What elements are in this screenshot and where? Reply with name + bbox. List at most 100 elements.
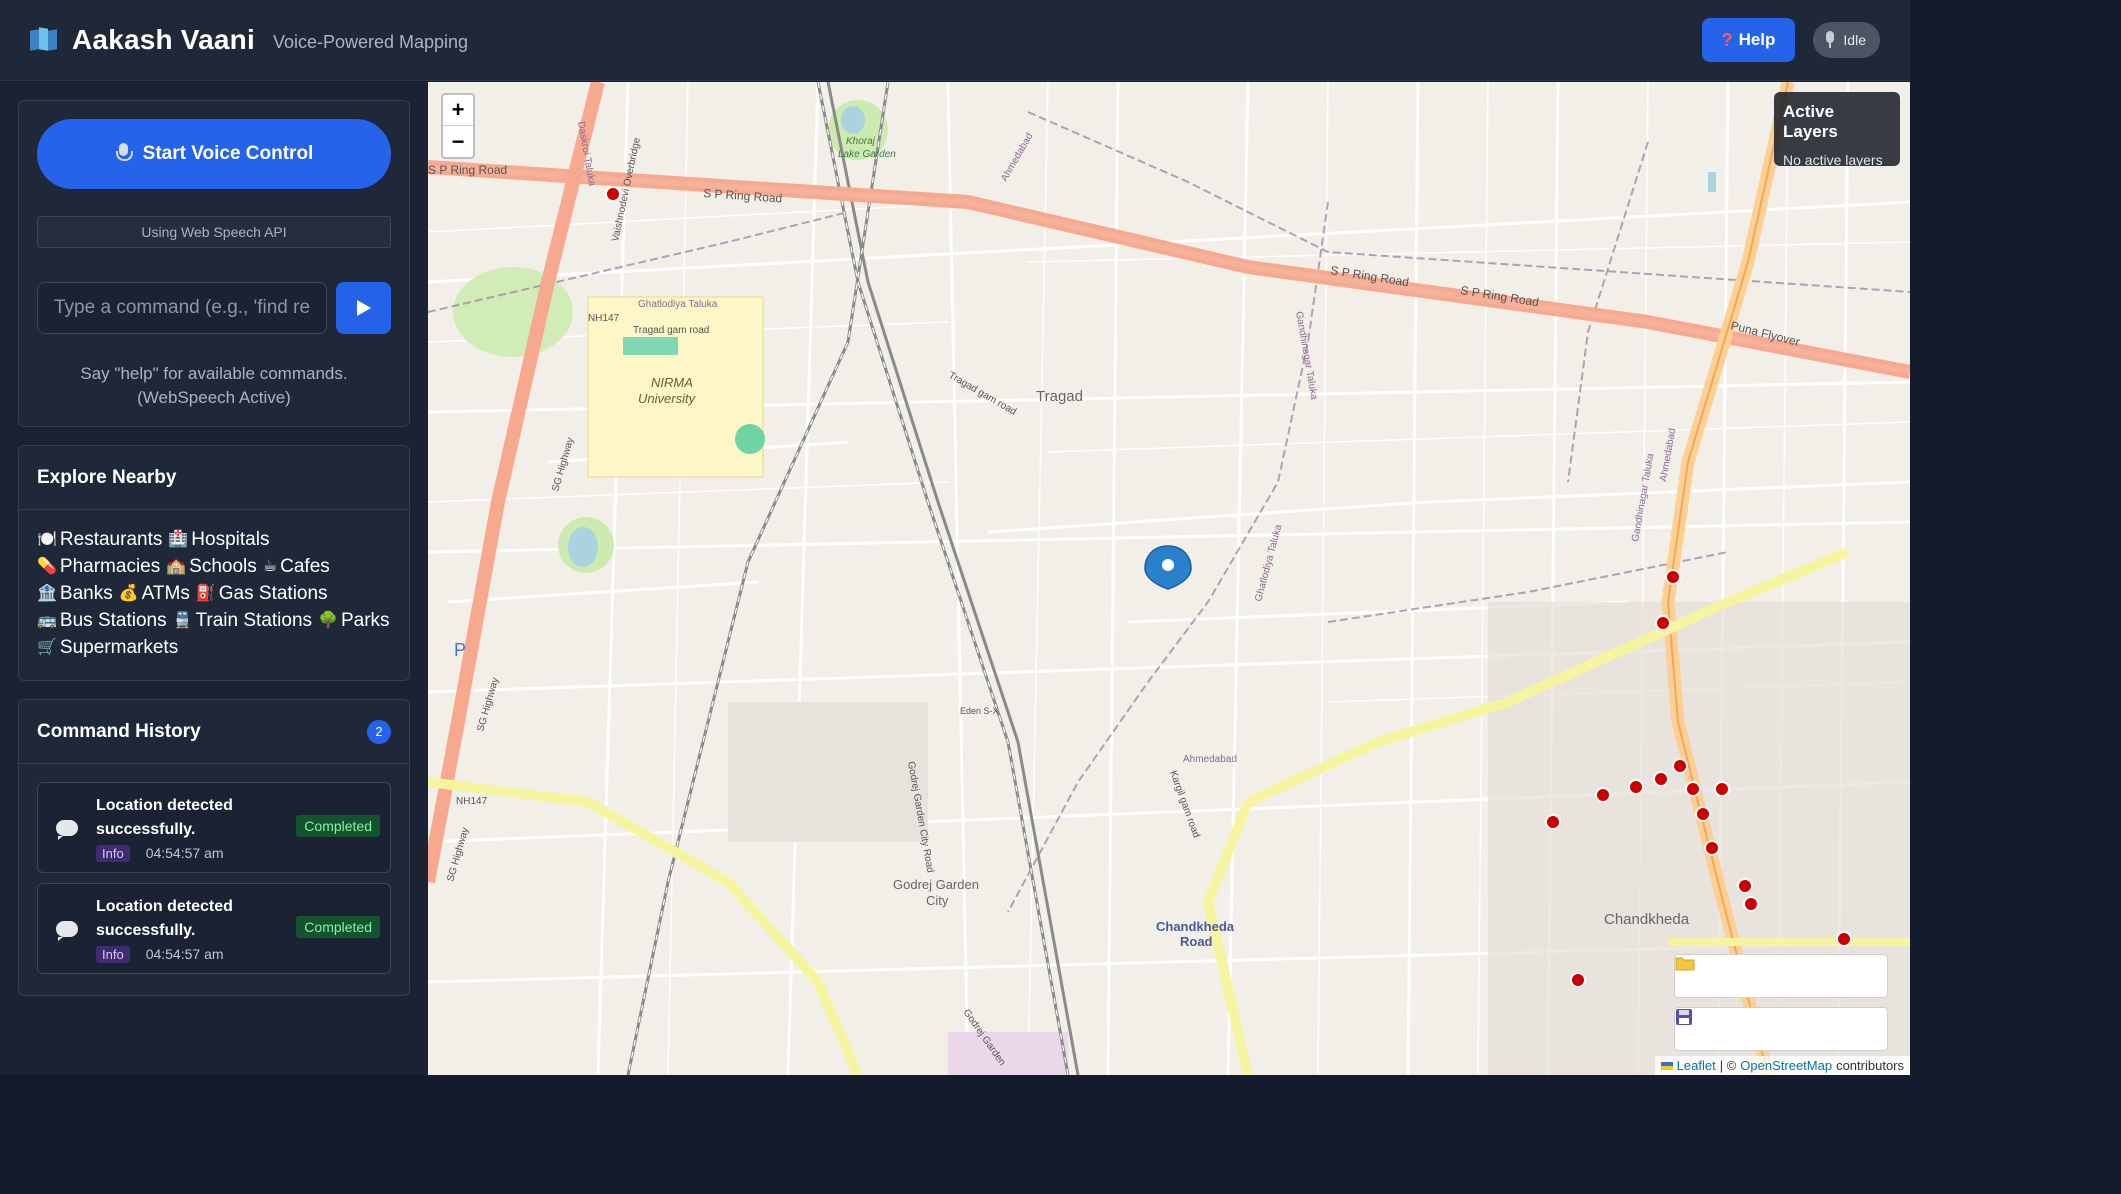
attribution-separator: | © xyxy=(1719,1058,1737,1073)
save-button[interactable] xyxy=(1674,1007,1888,1051)
coffee-icon: ☕ xyxy=(262,558,278,575)
zoom-out-button[interactable]: − xyxy=(443,126,473,157)
layers-title: Active Layers xyxy=(1783,102,1838,141)
road-label: SG Highway xyxy=(550,436,576,492)
history-item[interactable]: Location detected successfully. Info 04:… xyxy=(37,782,391,873)
poi-cafes[interactable]: ☕ Cafes xyxy=(263,553,330,580)
tree-icon: 🌳 xyxy=(318,612,338,629)
map-view[interactable]: P S P Ring Road S P Ring Road S P Ring R… xyxy=(428,82,1910,1075)
lake xyxy=(568,527,598,567)
fuel-pump-icon: ⛽ xyxy=(195,585,216,602)
status-label: Idle xyxy=(1843,32,1866,48)
zoom-control: + − xyxy=(441,93,475,159)
poi-label: Pharmacies xyxy=(59,556,161,577)
sg-highway xyxy=(428,82,605,884)
load-button[interactable] xyxy=(1674,954,1888,998)
road-label: Kargil gam road xyxy=(1167,769,1201,839)
dense-area xyxy=(1488,602,1910,1075)
status-badge: Completed xyxy=(296,916,380,938)
poi-label: Train Stations xyxy=(195,610,313,631)
history-time: 04:54:57 am xyxy=(145,845,224,861)
park-label: Lake Garden xyxy=(838,149,896,160)
boundary-label: Gandhinagar Taluka xyxy=(1630,452,1656,542)
history-item[interactable]: Location detected successfully. Info 04:… xyxy=(37,883,391,974)
place-label: Tragad xyxy=(1036,388,1083,405)
folder-icon xyxy=(1675,957,1695,971)
poi-atms[interactable]: 💰 ATMs xyxy=(119,580,190,607)
bus-icon: 🚌 xyxy=(37,612,57,629)
road-shield: NH147 xyxy=(588,313,620,324)
boundary-label: Ghatlodiya Taluka xyxy=(638,299,718,310)
poi-schools[interactable]: 🏫 Schools xyxy=(166,553,257,580)
poi-train-stations[interactable]: 🚆 Train Stations xyxy=(173,607,312,634)
campus-green xyxy=(623,337,678,355)
station-label: Chandkheda xyxy=(1156,919,1235,934)
history-text: Location detected successfully. xyxy=(96,897,233,939)
command-history-card: Command History 2 Location detected succ… xyxy=(18,699,410,996)
train-icon: 🚆 xyxy=(172,612,193,629)
place-label: City xyxy=(926,893,949,908)
page-background xyxy=(0,1075,2121,1194)
poi-supermarkets[interactable]: 🛒 Supermarkets xyxy=(37,634,178,661)
command-input[interactable] xyxy=(37,282,327,334)
hint-line-2: (WebSpeech Active) xyxy=(137,388,291,407)
poi-bus-stations[interactable]: 🚌 Bus Stations xyxy=(37,607,167,634)
place-label: Chandkheda xyxy=(1604,911,1690,928)
money-bag-icon: 💰 xyxy=(118,585,139,602)
leaflet-link[interactable]: Leaflet xyxy=(1677,1058,1716,1073)
boundary-label: Gandhinagar Taluka xyxy=(1293,311,1319,401)
osm-link[interactable]: OpenStreetMap xyxy=(1740,1058,1832,1073)
ukraine-flag-icon xyxy=(1660,1061,1673,1070)
zoom-in-button[interactable]: + xyxy=(443,95,473,126)
hospital-icon: 🏥 xyxy=(168,531,189,548)
start-voice-label: Start Voice Control xyxy=(142,143,314,164)
poi-label: Schools xyxy=(189,556,257,577)
microphone-icon xyxy=(115,143,133,165)
command-hint: Say "help" for available commands. (WebS… xyxy=(37,362,391,410)
voice-control-card: Start Voice Control Using Web Speech API… xyxy=(18,100,410,427)
poi-label: Bus Stations xyxy=(59,610,167,631)
road-label: Tragad gam road xyxy=(947,370,1019,418)
sidebar: Start Voice Control Using Web Speech API… xyxy=(0,82,428,1075)
type-badge: Info xyxy=(96,844,130,862)
boundary-label: Ahmedabad xyxy=(1183,754,1237,765)
history-time: 04:54:57 am xyxy=(145,946,224,962)
bank-icon: 🏦 xyxy=(37,585,57,602)
poi-banks[interactable]: 🏦 Banks xyxy=(37,580,113,607)
poi-pharmacies[interactable]: 💊 Pharmacies xyxy=(37,553,160,580)
poi-parks[interactable]: 🌳 Parks xyxy=(318,607,390,634)
school-icon: 🏫 xyxy=(166,558,187,575)
history-list: Location detected successfully. Info 04:… xyxy=(19,764,409,1002)
road-shield: NH147 xyxy=(456,796,488,807)
restaurant-icon: 🍽️ xyxy=(37,531,57,548)
park-label: Khoraj xyxy=(846,136,876,147)
history-count-badge: 2 xyxy=(367,719,391,744)
page-background xyxy=(1910,0,2121,1075)
start-voice-button[interactable]: Start Voice Control xyxy=(37,119,391,189)
place-label: Godrej Garden xyxy=(893,877,979,892)
station-label: Road xyxy=(1180,934,1213,949)
app-title: Aakash Vaani xyxy=(72,24,255,55)
microphone-icon xyxy=(1823,31,1837,49)
status-badge: Completed xyxy=(296,815,380,837)
poi-label: Restaurants xyxy=(59,529,163,550)
place-label: University xyxy=(638,391,697,406)
poi-label: ATMs xyxy=(141,583,190,604)
location-pin-icon[interactable] xyxy=(1144,545,1192,590)
map-tiles[interactable]: P S P Ring Road S P Ring Road S P Ring R… xyxy=(428,82,1910,1075)
map-attribution: Leaflet | © OpenStreetMap contributors xyxy=(1654,1056,1910,1075)
pill-icon: 💊 xyxy=(37,558,57,575)
poi-label: Banks xyxy=(59,583,113,604)
poi-restaurants[interactable]: 🍽️ Restaurants xyxy=(37,526,162,553)
poi-gas-stations[interactable]: ⛽ Gas Stations xyxy=(196,580,328,607)
chat-bubble-icon xyxy=(56,920,78,941)
type-badge: Info xyxy=(96,945,130,963)
poi-hospitals[interactable]: 🏥 Hospitals xyxy=(168,526,269,553)
parking-label: P xyxy=(454,640,466,660)
api-note: Using Web Speech API xyxy=(37,216,391,248)
app-window: Aakash Vaani Voice-Powered Mapping ? Hel… xyxy=(0,0,1910,1075)
help-button[interactable]: ? Help xyxy=(1701,18,1796,62)
send-button[interactable] xyxy=(336,282,391,334)
map-icon xyxy=(30,27,58,52)
attribution-contributors: contributors xyxy=(1836,1058,1904,1073)
